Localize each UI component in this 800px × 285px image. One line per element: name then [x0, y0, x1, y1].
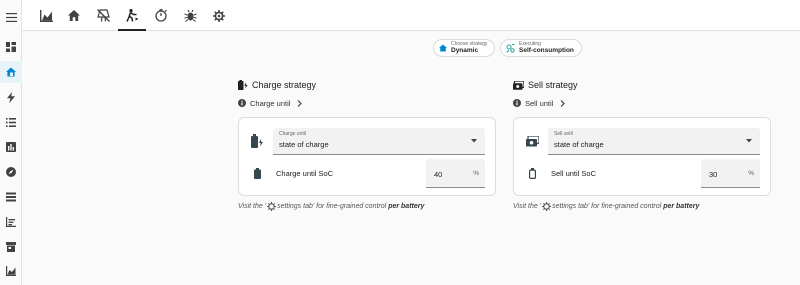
charge-strategy-section: Charge strategy Charge until Charge unti…: [238, 78, 496, 211]
strategy-chip[interactable]: Choose strategy Dynamic: [433, 39, 496, 57]
charge-until-soc-label: Charge until SoC: [276, 169, 334, 178]
dropdown-arrow-icon: [471, 139, 477, 143]
sell-until-soc-unit: %: [748, 170, 754, 177]
tab-schedule[interactable]: [147, 0, 175, 31]
charge-until-soc-value: 40: [434, 170, 443, 179]
tab-debug[interactable]: [176, 0, 204, 31]
list-icon: [6, 117, 16, 127]
executing-value: Self-consumption: [519, 46, 574, 54]
home-battery-icon: [5, 67, 16, 77]
sell-strategy-card: Sell until state of charge Sell until So…: [513, 117, 771, 196]
tab-settings[interactable]: [205, 0, 233, 31]
sell-until-select-label: Sell until: [554, 131, 573, 137]
charge-hint-middle: settings tab' for fine-grained control: [277, 203, 387, 210]
sell-hint-middle: settings tab' for fine-grained control: [552, 203, 662, 210]
rail-item-dashboard[interactable]: [0, 36, 22, 58]
executing-chip: Executing Self-consumption: [500, 39, 582, 57]
bug-icon: [183, 9, 197, 22]
battery-icon: [254, 168, 261, 179]
settings-auto-icon: [506, 43, 515, 53]
navigation-rail: [0, 0, 22, 285]
sell-until-select[interactable]: Sell until state of charge: [548, 128, 760, 155]
tab-solar[interactable]: [89, 0, 117, 31]
dropdown-arrow-icon: [746, 139, 752, 143]
rail-item-layers[interactable]: [0, 186, 22, 208]
sell-hint-prefix: Visit the ': [513, 203, 542, 210]
rail-item-store[interactable]: [0, 236, 22, 258]
lightning-icon: [7, 91, 15, 103]
cash-icon: [526, 136, 539, 147]
menu-icon: [5, 12, 17, 22]
bar-chart-icon: [6, 142, 16, 152]
battery-plug-icon: [251, 134, 263, 148]
charge-hint: Visit the ' settings tab' for fine-grain…: [238, 202, 496, 211]
sell-hint-bold: per battery: [663, 203, 700, 210]
compass-icon: [6, 167, 16, 177]
sell-until-link[interactable]: Sell until: [513, 97, 771, 109]
rail-item-energy[interactable]: [0, 86, 22, 108]
chevron-right-icon: [298, 99, 303, 107]
sell-strategy-section: Sell strategy Sell until Sell until stat…: [513, 78, 771, 211]
area-chart-icon: [6, 266, 16, 276]
battery-outline-icon: [529, 168, 536, 179]
solar-off-icon: [96, 9, 110, 22]
charge-until-soc-input[interactable]: 40 %: [426, 159, 485, 188]
info-icon: [513, 99, 521, 107]
dashboard-icon: [6, 42, 16, 52]
cash-icon: [513, 80, 524, 90]
chevron-right-icon: [560, 99, 566, 107]
charge-until-link[interactable]: Charge until: [238, 97, 496, 109]
tab-statistics[interactable]: [32, 0, 60, 31]
charge-until-select-label: Charge until: [279, 131, 306, 137]
sell-until-soc-value: 30: [709, 170, 718, 179]
charge-until-select-value: state of charge: [279, 140, 329, 149]
gear-icon: [542, 202, 552, 211]
info-icon: [238, 99, 246, 107]
charge-hint-bold: per battery: [388, 203, 425, 210]
strategy-label: Choose strategy: [451, 40, 488, 47]
sell-strategy-title: Sell strategy: [528, 80, 578, 90]
timer-icon: [154, 9, 167, 22]
strategy-value: Dynamic: [451, 46, 479, 54]
sell-until-soc-input[interactable]: 30 %: [701, 159, 760, 188]
tab-strategy[interactable]: [118, 0, 146, 31]
gear-icon: [267, 202, 277, 211]
walker-icon: [125, 9, 138, 22]
battery-charging-icon: [238, 80, 248, 90]
executing-label: Executing: [519, 40, 541, 47]
sell-until-soc-label: Sell until SoC: [551, 169, 597, 178]
rail-item-statistics[interactable]: [0, 136, 22, 158]
rail-item-list[interactable]: [0, 111, 22, 133]
rail-item-map[interactable]: [0, 161, 22, 183]
top-toolbar: [22, 0, 800, 31]
stack-icon: [6, 192, 16, 202]
charge-strategy-card: Charge until state of charge Charge unti…: [238, 117, 496, 196]
charge-until-sub: Charge until: [250, 98, 291, 108]
gear-icon: [213, 9, 225, 22]
store-icon: [6, 242, 16, 252]
charge-hint-prefix: Visit the ': [238, 203, 267, 210]
sell-strategy-header: Sell strategy: [513, 78, 771, 92]
area-chart-icon: [39, 9, 53, 22]
chart-icon: [6, 217, 16, 227]
sell-until-sub: Sell until: [525, 98, 554, 108]
charge-strategy-title: Charge strategy: [252, 80, 317, 90]
tab-home[interactable]: [60, 0, 88, 31]
sell-hint: Visit the ' settings tab' for fine-grain…: [513, 202, 771, 211]
charge-strategy-header: Charge strategy: [238, 78, 496, 92]
home-icon: [68, 10, 80, 21]
rail-item-history[interactable]: [0, 211, 22, 233]
home-battery-icon: [439, 44, 447, 52]
sell-until-select-value: state of charge: [554, 140, 604, 149]
menu-button[interactable]: [0, 9, 22, 25]
rail-item-energy-graph[interactable]: [0, 260, 22, 282]
charge-until-select[interactable]: Charge until state of charge: [273, 128, 485, 155]
charge-until-soc-unit: %: [473, 170, 479, 177]
rail-item-home-battery[interactable]: [0, 61, 22, 83]
